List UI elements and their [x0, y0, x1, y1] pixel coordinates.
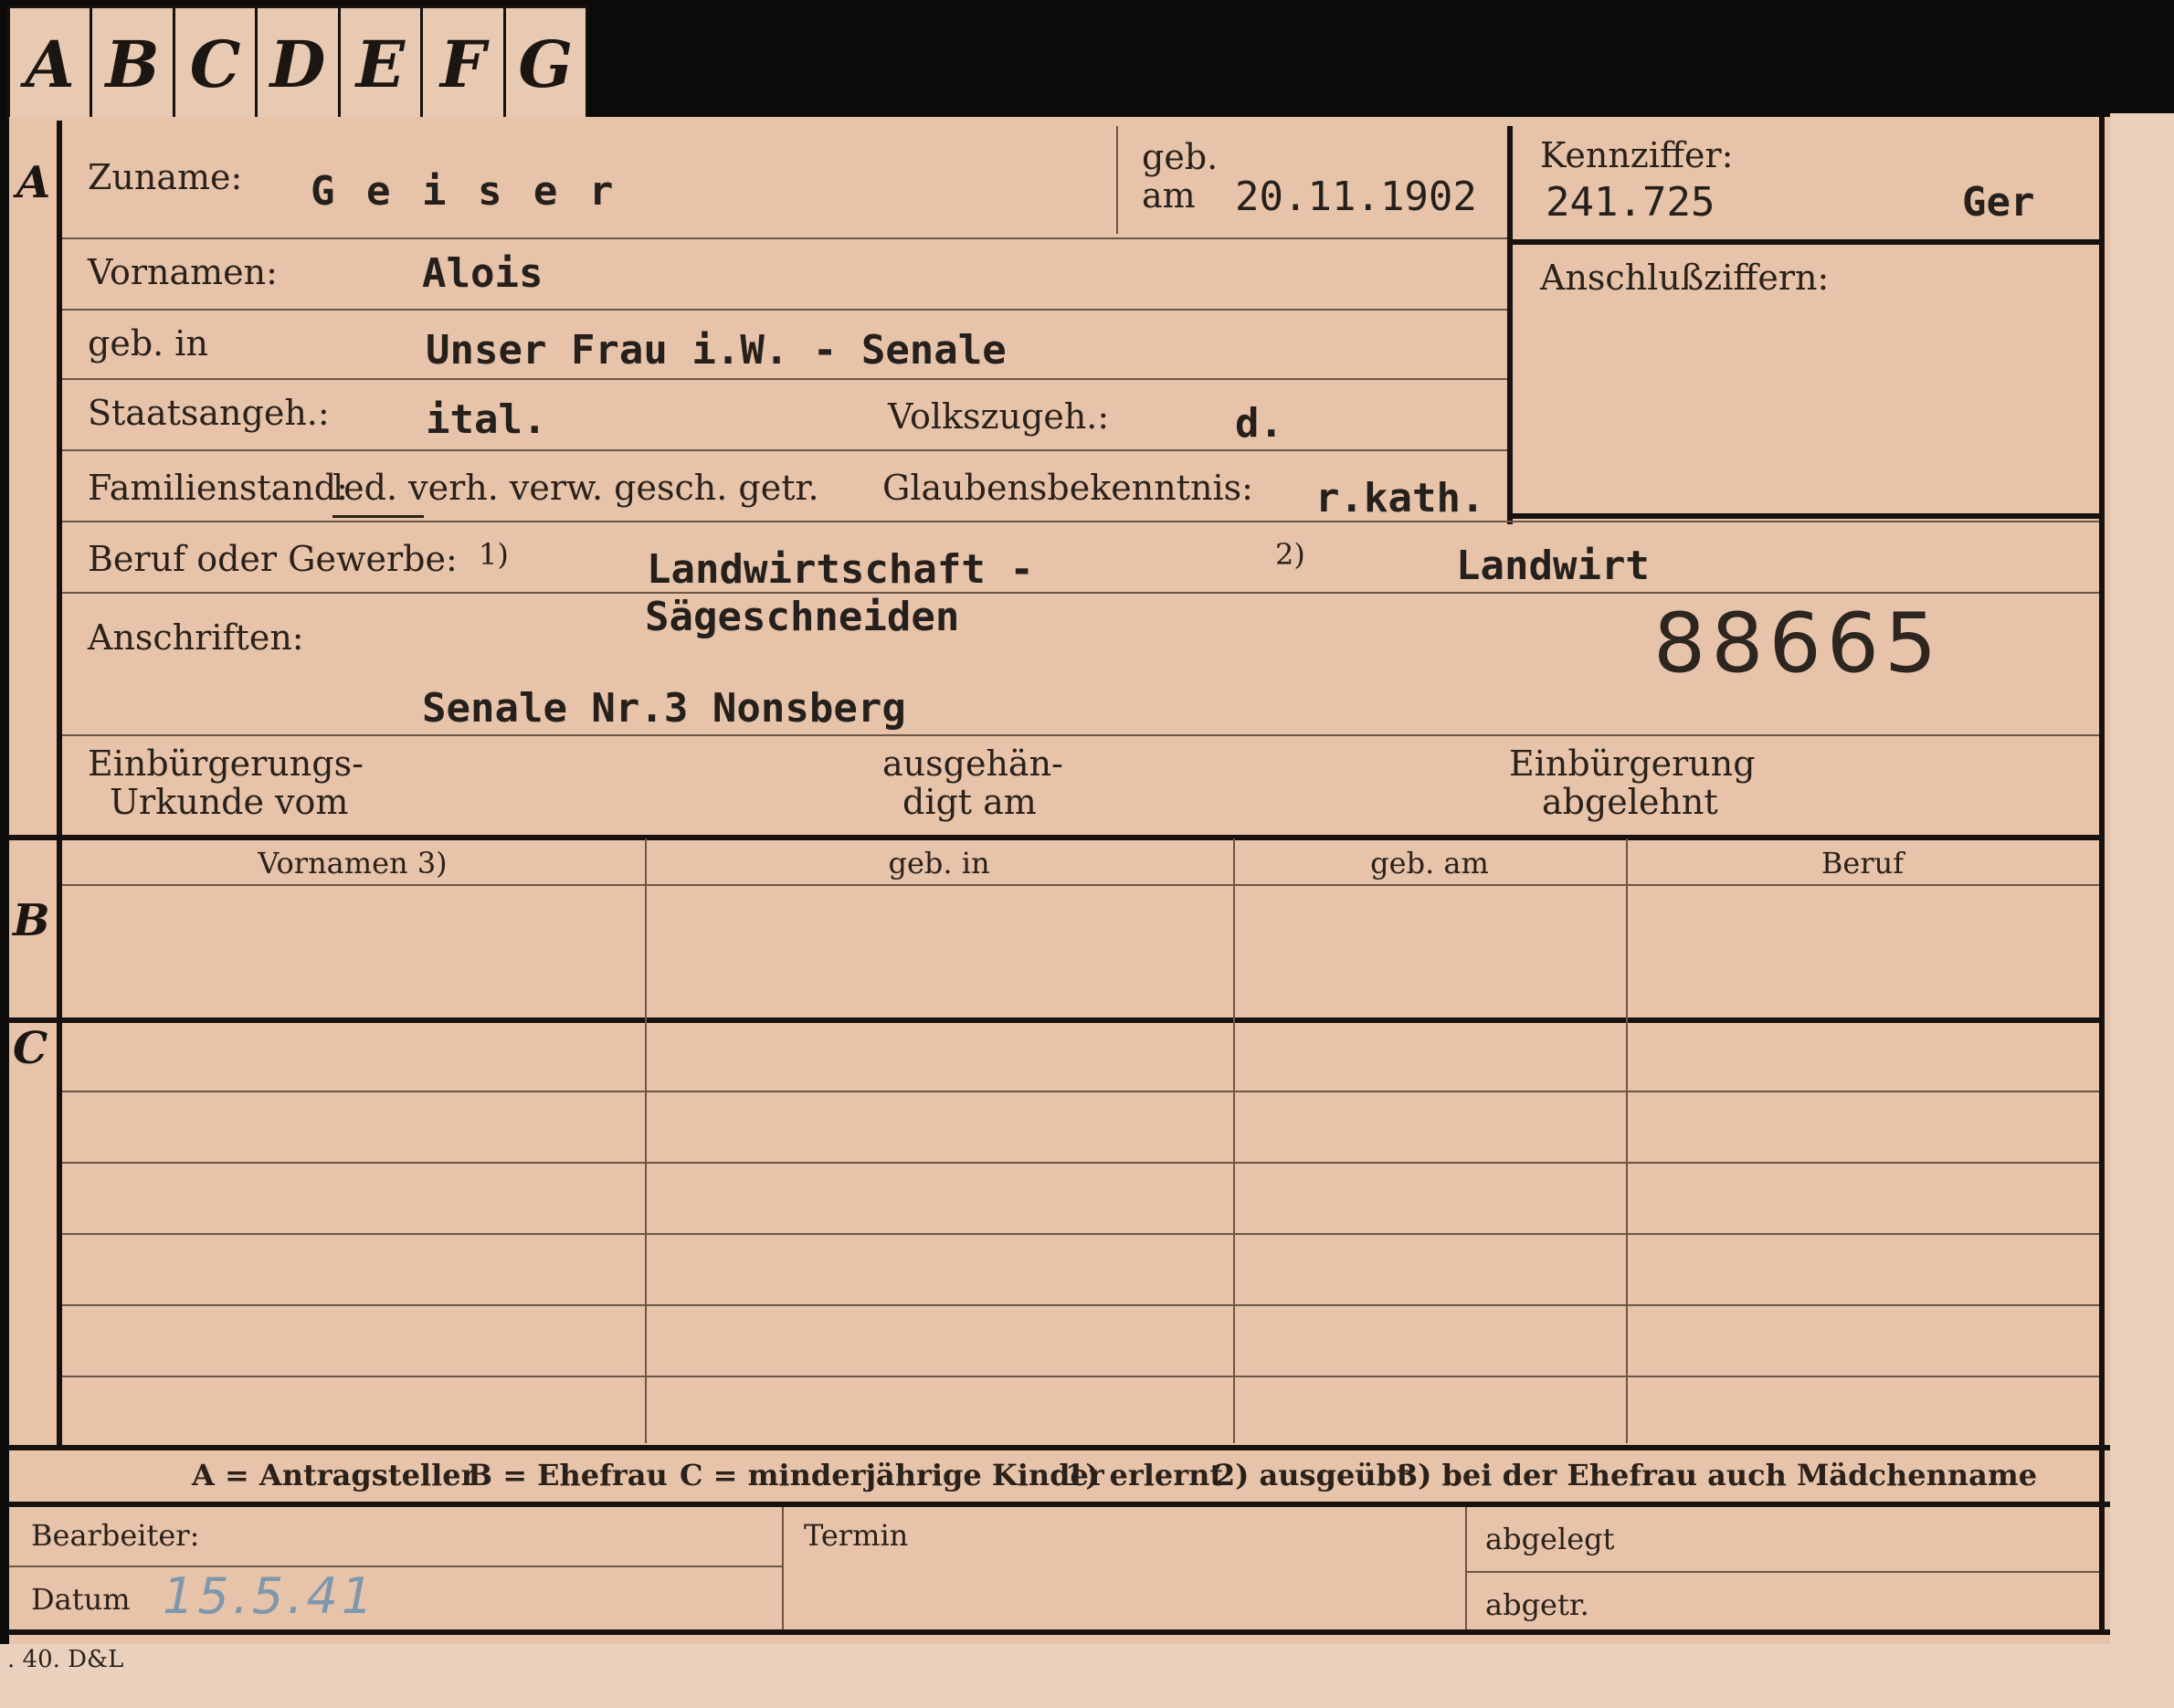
handed-label-line2: digt am [902, 782, 1037, 822]
birthplace-label: geb. in [88, 323, 208, 364]
footer-row-line [9, 1566, 782, 1567]
spouse-header-birthplace: geb. in [888, 846, 990, 880]
religion-label: Glaubensbekenntnis: [882, 468, 1253, 508]
occupation-learned-value[interactable]: Landwirtschaft - [647, 546, 1034, 593]
legend-c: C = minderjährige Kinder [680, 1458, 1104, 1492]
child-row-line [62, 1233, 2099, 1235]
address-value[interactable]: Senale Nr.3 Nonsberg [422, 685, 906, 732]
stamp-number: 88665 [1653, 596, 1943, 691]
row-line [62, 449, 1507, 451]
tab-a[interactable]: A [10, 8, 93, 120]
tab-g[interactable]: G [506, 8, 586, 120]
print-code: . 40. D&L [7, 1646, 124, 1673]
legend-note2: 2) ausgeübt [1215, 1458, 1410, 1492]
marital-label: Familienstand: [88, 468, 348, 508]
filed-label: abgelegt [1485, 1522, 1615, 1556]
section-divider-vertical [57, 121, 62, 1445]
footer-row-line [1467, 1571, 2099, 1573]
child-row-line [62, 1304, 2099, 1306]
child-row-line [62, 1091, 2099, 1092]
naturalization-label-line1: Einbürgerungs- [88, 743, 364, 784]
letter-tabs: A B C D E F G [7, 5, 588, 122]
religion-value[interactable]: r.kath. [1315, 475, 1484, 522]
tab-e[interactable]: E [341, 8, 424, 120]
row-line [62, 378, 1507, 380]
legend-a: A = Antragsteller [192, 1458, 477, 1492]
marital-options[interactable]: led. verh. verw. gesch. getr. [332, 468, 819, 508]
kennziffer-divider [1507, 239, 2101, 245]
entered-label: abgetr. [1485, 1587, 1589, 1622]
address-label: Anschriften: [88, 617, 304, 658]
marital-selected-underline [332, 515, 424, 518]
legend-b: B = Ehefrau [468, 1458, 668, 1492]
card-right-border [2099, 117, 2105, 1633]
firstname-value[interactable]: Alois [422, 250, 543, 297]
born-on-label-line2: am [1142, 175, 1196, 216]
anschluss-label: Anschlußziffern: [1540, 258, 1830, 298]
col-line [1626, 838, 1628, 1443]
firstname-label: Vornamen: [88, 252, 278, 292]
citizenship-value[interactable]: ital. [426, 396, 546, 443]
kennziffer-box-bottom [1507, 513, 2101, 519]
row-line [62, 592, 2099, 594]
occupation-label: Beruf oder Gewerbe: [88, 539, 458, 579]
row-line [62, 734, 2099, 736]
legend-bottom-rule [9, 1502, 2110, 1507]
spouse-header-firstnames: Vornamen 3) [258, 846, 448, 880]
tab-d[interactable]: D [258, 8, 341, 120]
naturalization-label-line2: Urkunde vom [110, 782, 349, 822]
registration-card [9, 117, 2110, 1644]
date-label: Datum [31, 1582, 131, 1617]
citizenship-label: Staatsangeh.: [88, 393, 330, 433]
handed-label-line1: ausgehän- [882, 743, 1063, 784]
section-c-bottom-rule [9, 1445, 2110, 1450]
col-line [1116, 126, 1118, 234]
birthplace-value[interactable]: Unser Frau i.W. - Senale [426, 327, 1007, 374]
occupation-learned-value-cont[interactable]: Sägeschneiden [645, 594, 959, 640]
footer-bottom-rule [9, 1629, 2110, 1635]
tab-f[interactable]: F [423, 8, 506, 120]
col-line [1233, 838, 1235, 1443]
ethnicity-label: Volkszugeh.: [888, 396, 1110, 437]
kennziffer-value[interactable]: 241.725 [1546, 179, 1715, 226]
kennziffer-box-left [1507, 126, 1513, 524]
born-on-value[interactable]: 20.11.1902 [1235, 174, 1477, 220]
rejected-label-line2: abgelehnt [1542, 782, 1718, 822]
tab-c[interactable]: C [175, 8, 259, 120]
kennziffer-code[interactable]: Ger [1962, 179, 2034, 226]
row-line [62, 237, 1507, 239]
occupation-note2: 2) [1275, 537, 1305, 572]
row-line [62, 309, 1507, 311]
kennziffer-label: Kennziffer: [1540, 135, 1734, 175]
surname-label: Zuname: [88, 157, 243, 197]
ethnicity-value[interactable]: d. [1235, 400, 1283, 447]
row-line [62, 521, 2099, 522]
surname-value[interactable]: G e i s e r [311, 168, 617, 215]
term-label: Termin [804, 1518, 909, 1553]
date-value[interactable]: 15.5.41 [163, 1567, 376, 1625]
child-row-line [62, 1162, 2099, 1164]
section-a-marker: A [16, 157, 51, 208]
section-b-marker: B [13, 895, 50, 946]
section-b-bottom-rule [9, 1017, 2101, 1023]
footer-col-line [1465, 1507, 1467, 1629]
card-right-edge [2110, 113, 2174, 1708]
spouse-header-occupation: Beruf [1820, 846, 1905, 880]
born-on-label-line1: geb. [1142, 137, 1219, 177]
col-line [645, 838, 647, 1443]
rejected-label-line1: Einbürgerung [1509, 743, 1756, 784]
clerk-label: Bearbeiter: [31, 1518, 200, 1553]
section-c-marker: C [13, 1023, 48, 1074]
legend-note1: 1) erlernt [1065, 1458, 1224, 1492]
occupation-practiced-value[interactable]: Landwirt [1456, 543, 1650, 589]
card-bottom-edge [0, 1644, 2110, 1708]
spouse-header-line [62, 884, 2099, 886]
spouse-header-birthdate: geb. am [1370, 846, 1489, 880]
occupation-note1: 1) [479, 537, 509, 572]
footer-col-line [782, 1507, 784, 1629]
tab-b[interactable]: B [92, 8, 175, 120]
legend-note3: 3) bei der Ehefrau auch Mädchenname [1398, 1458, 2038, 1492]
section-a-bottom-rule [9, 835, 2101, 840]
child-row-line [62, 1376, 2099, 1377]
